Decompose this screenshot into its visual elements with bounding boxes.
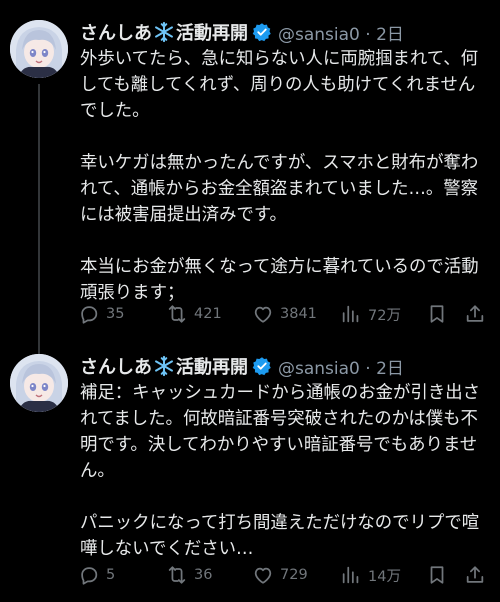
share-button[interactable] bbox=[464, 562, 486, 588]
action-bar: 5 36 729 14万 bbox=[78, 562, 490, 588]
bookmark-icon bbox=[430, 305, 444, 323]
verified-badge-icon bbox=[252, 357, 271, 376]
verified-badge-icon bbox=[252, 23, 271, 42]
heart-icon bbox=[254, 567, 272, 584]
views-count: 14万 bbox=[368, 568, 401, 585]
share-icon bbox=[466, 305, 484, 322]
tweet[interactable]: さんしあ 活動再開 @sansia0 · 2日 外歩いてたら、急に知らない人に両… bbox=[0, 0, 500, 340]
share-icon bbox=[466, 566, 484, 583]
views-icon bbox=[342, 566, 359, 584]
views-button[interactable]: 72万 bbox=[340, 301, 401, 327]
bookmark-button[interactable] bbox=[426, 562, 448, 588]
author-name-suffix[interactable]: 活動再開 bbox=[176, 353, 248, 379]
tweet-header: さんしあ 活動再開 @sansia0 · 2日 bbox=[80, 352, 404, 380]
heart-icon bbox=[254, 306, 272, 323]
author-name[interactable]: さんしあ bbox=[80, 353, 152, 379]
share-button[interactable] bbox=[464, 301, 486, 327]
retweet-icon bbox=[168, 566, 186, 584]
tweet[interactable]: さんしあ 活動再開 @sansia0 · 2日 補足：キャッシュカードから通帳の… bbox=[0, 340, 500, 602]
avatar[interactable] bbox=[10, 354, 68, 412]
like-count: 3841 bbox=[280, 306, 317, 322]
author-name[interactable]: さんしあ bbox=[80, 19, 152, 45]
reply-count: 5 bbox=[106, 567, 116, 583]
views-count: 72万 bbox=[368, 307, 401, 324]
retweet-count: 36 bbox=[194, 567, 213, 583]
handle-and-date[interactable]: @sansia0 · 2日 bbox=[278, 20, 404, 45]
retweet-button[interactable]: 421 bbox=[166, 301, 222, 327]
snowflake-icon bbox=[155, 21, 173, 43]
retweet-button[interactable]: 36 bbox=[166, 562, 212, 588]
tweet-text: 外歩いてたら、急に知らない人に両腕掴まれて、何しても離してくれず、周りの人も助け… bbox=[80, 49, 479, 303]
retweet-icon bbox=[168, 305, 186, 323]
reply-button[interactable]: 5 bbox=[78, 562, 115, 588]
tweet-header: さんしあ 活動再開 @sansia0 · 2日 bbox=[80, 18, 404, 46]
tweet-text: 補足：キャッシュカードから通帳のお金が引き出されてました。何故暗証番号突破された… bbox=[80, 383, 480, 559]
author-name-suffix[interactable]: 活動再開 bbox=[176, 19, 248, 45]
views-icon bbox=[342, 305, 359, 323]
reply-count: 35 bbox=[106, 306, 125, 322]
like-count: 729 bbox=[280, 567, 308, 583]
bookmark-icon bbox=[430, 566, 444, 584]
avatar[interactable] bbox=[10, 20, 68, 78]
retweet-count: 421 bbox=[194, 306, 222, 322]
like-button[interactable]: 729 bbox=[252, 562, 308, 588]
bookmark-button[interactable] bbox=[426, 301, 448, 327]
reply-button[interactable]: 35 bbox=[78, 301, 124, 327]
reply-icon bbox=[81, 306, 98, 324]
views-button[interactable]: 14万 bbox=[340, 562, 401, 588]
snowflake-icon bbox=[155, 355, 173, 377]
handle-and-date[interactable]: @sansia0 · 2日 bbox=[278, 354, 404, 379]
action-bar: 35 421 3841 72万 bbox=[78, 301, 490, 327]
reply-icon bbox=[81, 567, 98, 585]
like-button[interactable]: 3841 bbox=[252, 301, 317, 327]
